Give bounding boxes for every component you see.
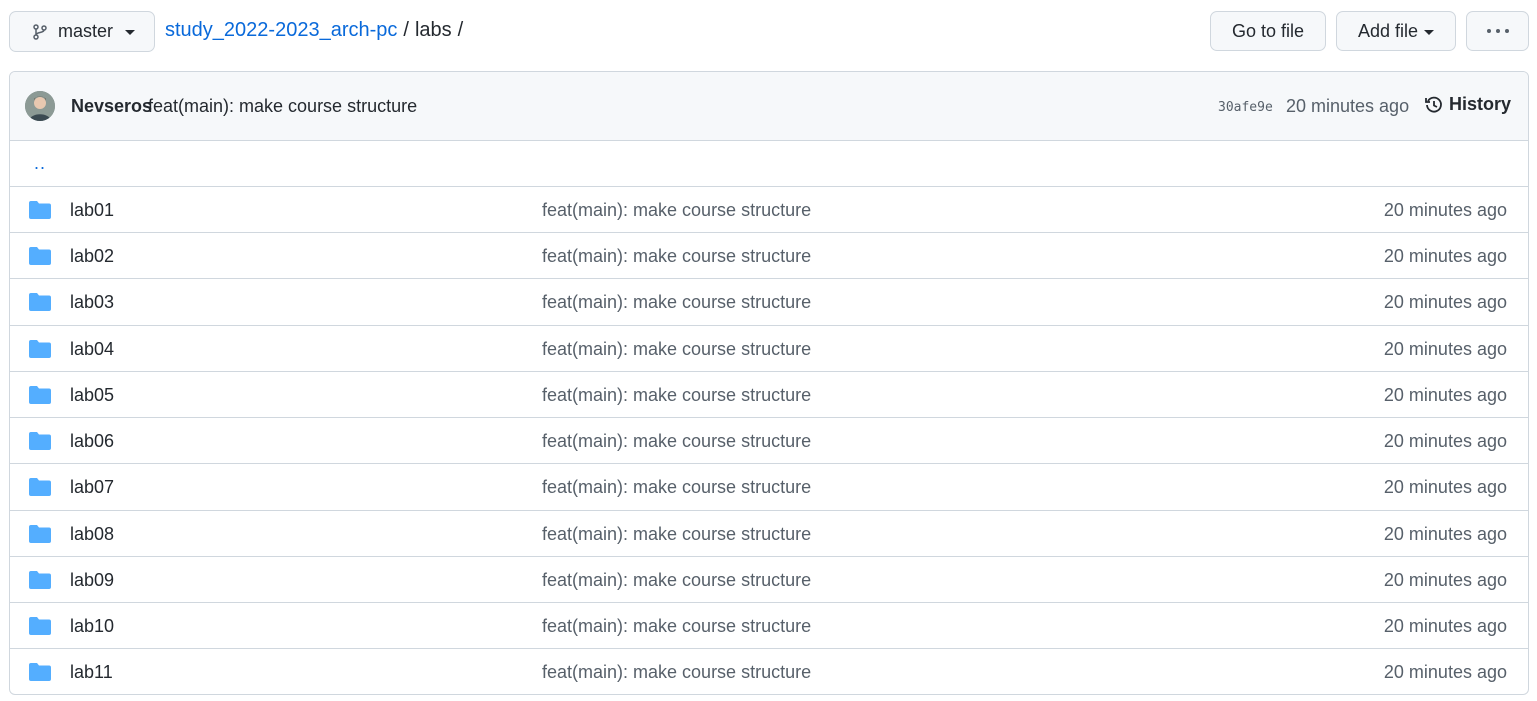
folder-icon — [29, 340, 51, 358]
file-commit-age: 20 minutes ago — [1383, 292, 1507, 312]
file-commit-age: 20 minutes ago — [1383, 385, 1507, 405]
file-commit-message-link[interactable]: feat(main): make course structure — [542, 339, 811, 360]
breadcrumb-repo-link[interactable]: study_2022-2023_arch-pc — [165, 19, 397, 41]
file-commit-age: 20 minutes ago — [1383, 616, 1507, 636]
file-commit-message-link[interactable]: feat(main): make course structure — [542, 246, 811, 267]
file-row[interactable]: lab10 feat(main): make course structure 20… — [10, 603, 1528, 649]
file-commit-message-link[interactable]: feat(main): make course structure — [542, 524, 811, 545]
file-commit-age: 20 minutes ago — [1383, 524, 1507, 544]
breadcrumb-current: labs — [414, 19, 452, 41]
commit-message-link[interactable]: feat(main): make course structure — [148, 96, 417, 117]
latest-commit-bar: Nevseros feat(main): make course structu… — [10, 72, 1528, 141]
file-commit-message-link[interactable]: feat(main): make course structure — [542, 662, 811, 683]
add-file-label: Add file — [1357, 20, 1419, 41]
file-row[interactable]: lab05 feat(main): make course structure 20… — [10, 372, 1528, 418]
history-label: History — [1449, 94, 1512, 114]
file-row[interactable]: lab09 feat(main): make course structure 20… — [10, 557, 1528, 603]
file-name-link[interactable]: lab02 — [70, 246, 114, 267]
folder-icon — [29, 478, 51, 496]
file-name-link[interactable]: lab04 — [70, 339, 114, 360]
file-name-link[interactable]: lab03 — [70, 292, 114, 313]
commit-time: 20 minutes ago — [1286, 96, 1410, 116]
file-name-link[interactable]: lab09 — [70, 570, 114, 591]
commit-sha-link[interactable]: 30afe9e — [1218, 100, 1273, 115]
file-list-box: Nevseros feat(main): make course structu… — [9, 71, 1529, 695]
file-name-link[interactable]: lab06 — [70, 431, 114, 452]
breadcrumb-trailing-separator: / — [457, 19, 464, 41]
breadcrumb: study_2022-2023_arch-pc / labs / — [165, 19, 469, 42]
file-commit-age: 20 minutes ago — [1383, 662, 1507, 682]
history-icon — [1425, 96, 1442, 113]
chevron-down-icon — [125, 30, 136, 35]
file-navigation-bar: master study_2022-2023_arch-pc / labs / Go … — [0, 0, 1537, 64]
file-commit-age: 20 minutes ago — [1383, 431, 1507, 451]
file-name-link[interactable]: lab07 — [70, 477, 114, 498]
kebab-horizontal-icon — [1486, 29, 1509, 33]
history-button[interactable]: History — [1424, 94, 1511, 115]
folder-icon — [29, 201, 51, 219]
file-row[interactable]: lab06 feat(main): make course structure 20… — [10, 418, 1528, 464]
file-name-link[interactable]: lab05 — [70, 385, 114, 406]
file-name-link[interactable]: lab08 — [70, 524, 114, 545]
more-options-button[interactable] — [1466, 11, 1529, 51]
folder-icon — [29, 571, 51, 589]
file-commit-age: 20 minutes ago — [1383, 200, 1507, 220]
file-row[interactable]: lab03 feat(main): make course structure 20… — [10, 279, 1528, 326]
parent-directory-row[interactable]: .. — [10, 141, 1528, 187]
folder-icon — [29, 617, 51, 635]
folder-icon — [29, 386, 51, 404]
folder-icon — [29, 293, 51, 311]
file-commit-message-link[interactable]: feat(main): make course structure — [542, 570, 811, 591]
commit-author-link[interactable]: Nevseros — [71, 96, 152, 117]
file-row[interactable]: lab01 feat(main): make course structure 20… — [10, 187, 1528, 233]
breadcrumb-separator: / — [403, 19, 409, 41]
file-name-link[interactable]: lab10 — [70, 616, 114, 637]
file-commit-age: 20 minutes ago — [1383, 570, 1507, 590]
folder-icon — [29, 432, 51, 450]
file-row[interactable]: lab08 feat(main): make course structure 20… — [10, 511, 1528, 557]
file-row[interactable]: lab04 feat(main): make course structure 20… — [10, 326, 1528, 372]
file-commit-message-link[interactable]: feat(main): make course structure — [542, 200, 811, 221]
file-row[interactable]: lab02 feat(main): make course structure 20… — [10, 233, 1528, 279]
file-commit-message-link[interactable]: feat(main): make course structure — [542, 431, 811, 452]
file-name-link[interactable]: lab01 — [70, 200, 114, 221]
file-commit-age: 20 minutes ago — [1383, 246, 1507, 266]
git-branch-icon — [33, 23, 47, 40]
chevron-down-icon — [1424, 29, 1435, 35]
avatar-image — [25, 91, 55, 121]
file-row[interactable]: lab11 feat(main): make course structure 20… — [10, 649, 1528, 694]
file-name-link[interactable]: lab11 — [70, 662, 113, 683]
file-row[interactable]: lab07 feat(main): make course structure 20… — [10, 464, 1528, 511]
add-file-button[interactable]: Add file — [1336, 11, 1456, 51]
file-commit-message-link[interactable]: feat(main): make course structure — [542, 292, 811, 313]
folder-icon — [29, 247, 51, 265]
branch-name: master — [58, 21, 114, 41]
go-to-file-label: Go to file — [1231, 20, 1305, 41]
file-commit-age: 20 minutes ago — [1383, 477, 1507, 497]
folder-icon — [29, 663, 51, 681]
folder-icon — [29, 525, 51, 543]
file-commit-age: 20 minutes ago — [1383, 339, 1507, 359]
parent-directory-link[interactable]: .. — [34, 153, 46, 174]
file-commit-message-link[interactable]: feat(main): make course structure — [542, 616, 811, 637]
avatar[interactable] — [25, 91, 55, 121]
go-to-file-button[interactable]: Go to file — [1210, 11, 1326, 51]
branch-select-button[interactable]: master — [9, 11, 155, 52]
file-commit-message-link[interactable]: feat(main): make course structure — [542, 385, 811, 406]
file-commit-message-link[interactable]: feat(main): make course structure — [542, 477, 811, 498]
